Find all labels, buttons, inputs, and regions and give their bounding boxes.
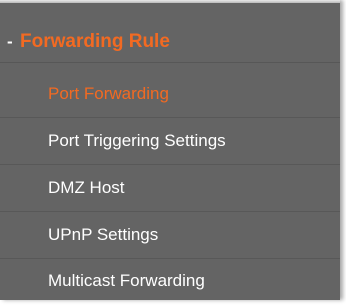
menu-item-upnp-settings[interactable]: UPnP Settings: [0, 212, 340, 259]
menu-item-label: Port Triggering Settings: [48, 131, 226, 150]
section-header-forwarding-rule[interactable]: - Forwarding Rule: [0, 23, 340, 63]
menu-item-label: UPnP Settings: [48, 225, 159, 244]
menu-item-port-triggering-settings[interactable]: Port Triggering Settings: [0, 118, 340, 165]
menu-item-label: Port Forwarding: [48, 84, 169, 103]
menu-item-multicast-forwarding[interactable]: Multicast Forwarding: [0, 258, 340, 305]
menu-item-label: DMZ Host: [48, 178, 125, 197]
menu-top-border: [0, 0, 340, 3]
menu-item-port-forwarding[interactable]: Port Forwarding: [0, 71, 340, 118]
section-title: Forwarding Rule: [20, 31, 170, 52]
menu-item-dmz-host[interactable]: DMZ Host: [0, 165, 340, 212]
collapse-icon[interactable]: -: [7, 33, 17, 50]
side-menu-panel: - Forwarding Rule Port Forwarding Port T…: [0, 0, 340, 300]
menu-item-label: Multicast Forwarding: [48, 271, 205, 290]
